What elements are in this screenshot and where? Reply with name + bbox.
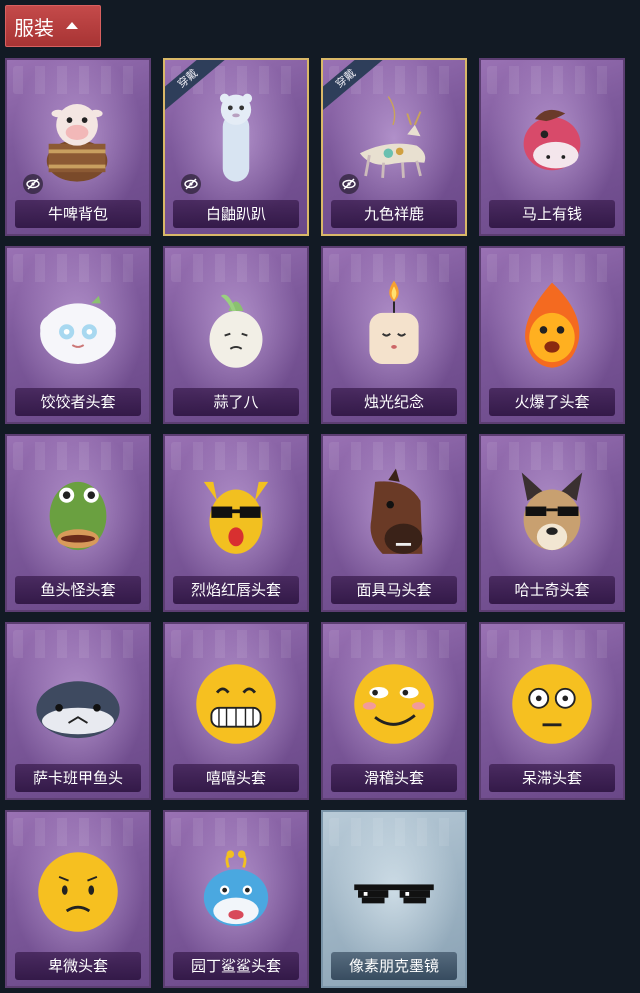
husky-head-icon (499, 460, 605, 572)
costume-name: 白鼬趴趴 (173, 200, 299, 228)
costume-card[interactable]: 饺饺者头套 (5, 246, 151, 424)
red-lips-mask-icon (183, 460, 289, 572)
costume-card[interactable]: 园丁鲨鲨头套 (163, 810, 309, 988)
costume-card[interactable]: 马上有钱 (479, 58, 625, 236)
costume-card[interactable]: 鱼头怪头套 (5, 434, 151, 612)
candle-head-icon (341, 272, 447, 384)
costume-name: 牛啤背包 (15, 200, 141, 228)
category-label: 服装 (14, 15, 54, 40)
fish-head-icon (25, 460, 131, 572)
costume-name: 面具马头套 (331, 576, 457, 604)
costume-card[interactable]: 牛啤背包 (5, 58, 151, 236)
costume-name: 滑稽头套 (331, 764, 457, 792)
costume-card[interactable]: 面具马头套 (321, 434, 467, 612)
costume-name: 萨卡班甲鱼头 (15, 764, 141, 792)
hidden-eye-icon[interactable] (181, 174, 201, 194)
costume-card[interactable]: 卑微头套 (5, 810, 151, 988)
humble-emoji-head-icon (25, 836, 131, 948)
dumpling-head-icon (25, 272, 131, 384)
costume-name: 嘻嘻头套 (173, 764, 299, 792)
hidden-eye-icon[interactable] (23, 174, 43, 194)
funny-emoji-head-icon (341, 648, 447, 760)
costume-card[interactable]: 火爆了头套 (479, 246, 625, 424)
costume-card[interactable]: 哈士奇头套 (479, 434, 625, 612)
costume-card[interactable]: 蒜了八 (163, 246, 309, 424)
costume-name: 烛光纪念 (331, 388, 457, 416)
costume-name: 九色祥鹿 (331, 200, 457, 228)
costume-card[interactable]: 烈焰红唇头套 (163, 434, 309, 612)
costume-card[interactable]: 呆滞头套 (479, 622, 625, 800)
horse-head-icon (499, 84, 605, 196)
fire-head-icon (499, 272, 605, 384)
horse-mask-icon (341, 460, 447, 572)
costume-card[interactable]: 烛光纪念 (321, 246, 467, 424)
dazed-emoji-head-icon (499, 648, 605, 760)
costume-name: 园丁鲨鲨头套 (173, 952, 299, 980)
costume-card[interactable]: 像素朋克墨镜 (321, 810, 467, 988)
costume-name: 哈士奇头套 (489, 576, 615, 604)
costume-name: 蒜了八 (173, 388, 299, 416)
sacabambaspis-head-icon (25, 648, 131, 760)
costume-card[interactable]: 穿戴 白鼬趴趴 (163, 58, 309, 236)
costume-card[interactable]: 萨卡班甲鱼头 (5, 622, 151, 800)
costume-card[interactable]: 嘻嘻头套 (163, 622, 309, 800)
costume-card[interactable]: 穿戴 九色祥鹿 (321, 58, 467, 236)
costume-name: 马上有钱 (489, 200, 615, 228)
costume-name: 火爆了头套 (489, 388, 615, 416)
gardener-shark-head-icon (183, 836, 289, 948)
costume-page: 服装 牛啤背包 穿戴 白鼬趴趴 穿戴 九色祥鹿 马上有钱饺饺者头套 蒜了八 烛光纪念 火爆了头套… (0, 0, 640, 993)
costume-category-toggle[interactable]: 服装 (5, 5, 101, 47)
costume-name: 像素朋克墨镜 (331, 952, 457, 980)
grin-emoji-head-icon (183, 648, 289, 760)
costume-name: 呆滞头套 (489, 764, 615, 792)
garlic-head-icon (183, 272, 289, 384)
costume-card[interactable]: 滑稽头套 (321, 622, 467, 800)
pixel-sunglasses-icon (341, 836, 447, 948)
costume-name: 鱼头怪头套 (15, 576, 141, 604)
costume-name: 烈焰红唇头套 (173, 576, 299, 604)
hidden-eye-icon[interactable] (339, 174, 359, 194)
costume-name: 饺饺者头套 (15, 388, 141, 416)
costume-name: 卑微头套 (15, 952, 141, 980)
chevron-up-icon (66, 21, 78, 29)
